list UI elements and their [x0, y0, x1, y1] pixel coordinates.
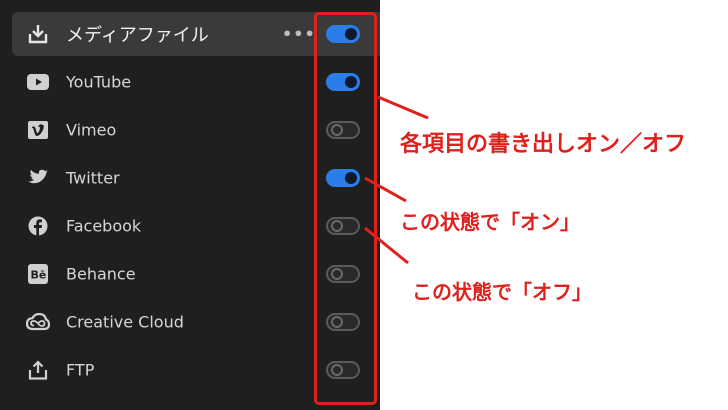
- annotation-main: 各項目の書き出しオン／オフ: [400, 132, 687, 157]
- toggle-highlight-frame: [314, 12, 377, 405]
- creative-cloud-icon: [26, 310, 50, 334]
- more-options-icon[interactable]: •••: [282, 25, 316, 44]
- upload-icon: [26, 358, 50, 382]
- row-label-facebook: Facebook: [66, 216, 142, 236]
- facebook-icon: [26, 214, 50, 238]
- annotation-off-state: この状態で「オフ」: [412, 280, 592, 304]
- annotation-on-state: この状態で「オン」: [400, 210, 580, 234]
- row-label-behance: Behance: [66, 264, 136, 284]
- row-label-vimeo: Vimeo: [66, 120, 117, 140]
- row-label-ftp: FTP: [66, 360, 95, 380]
- download-icon: [26, 22, 50, 46]
- twitter-icon: [26, 166, 50, 190]
- row-label-youtube: YouTube: [66, 72, 132, 92]
- vimeo-icon: [26, 118, 50, 142]
- row-label-creative-cloud: Creative Cloud: [66, 312, 184, 332]
- row-label-media-file: メディアファイル: [66, 25, 209, 46]
- row-label-twitter: Twitter: [66, 168, 120, 188]
- svg-text:Bē: Bē: [31, 269, 47, 282]
- youtube-icon: [26, 70, 50, 94]
- behance-icon: Bē: [26, 262, 50, 286]
